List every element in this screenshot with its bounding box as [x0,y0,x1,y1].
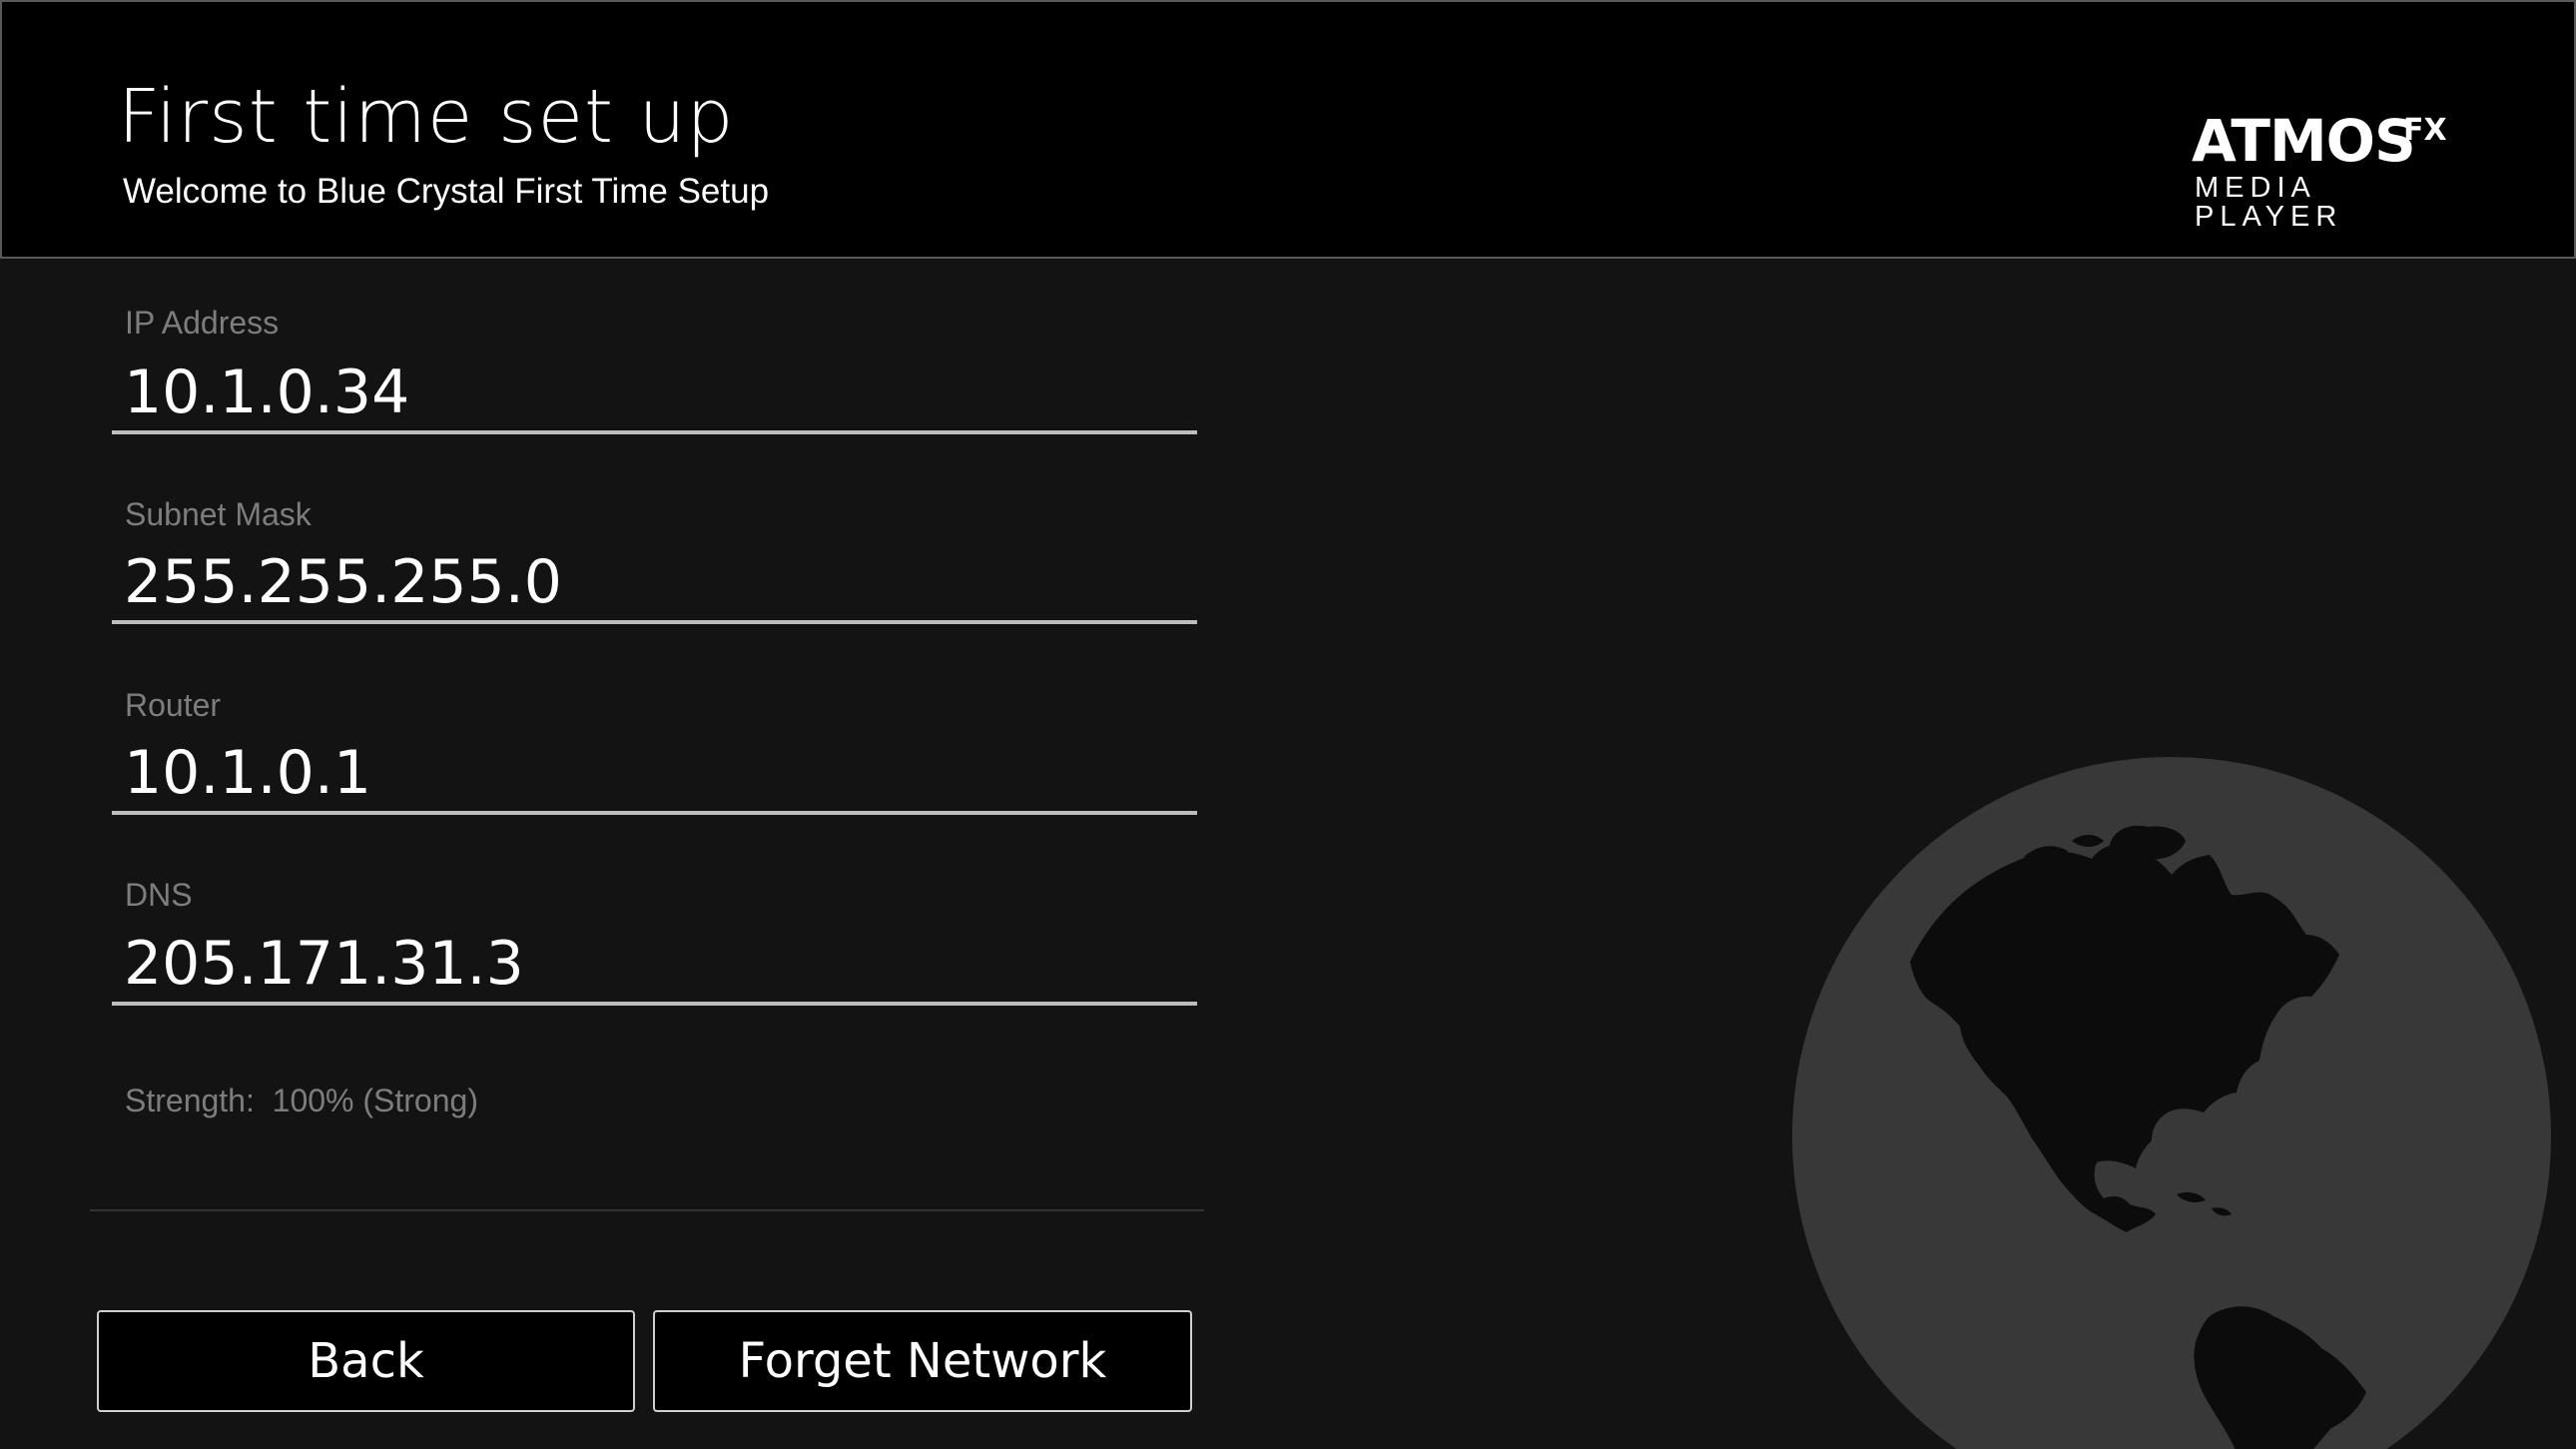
dns-label: DNS [125,877,193,913]
logo-superscript: FX [2403,113,2447,148]
atmosfx-logo: ATMOS FX MEDIA PLAYER [2189,107,2458,232]
setup-screen: First time set up Welcome to Blue Crysta… [0,0,2576,1449]
divider [90,1209,1204,1211]
subnet-mask-label: Subnet Mask [125,496,312,532]
ip-address-field-group: IP Address [112,302,1197,456]
subnet-mask-input[interactable] [112,544,1197,624]
router-field-group: Router [112,682,1197,837]
globe-americas-icon [1792,757,2551,1449]
dns-field-group: DNS [112,873,1197,1028]
logo-wordmark: ATMOS [2192,107,2416,175]
signal-strength-text: Strength: 100% (Strong) [125,1083,478,1118]
back-button[interactable]: Back [97,1310,635,1412]
header-bar: First time set up Welcome to Blue Crysta… [0,0,2576,259]
dns-input[interactable] [112,926,1197,1006]
forget-network-button[interactable]: Forget Network [653,1310,1192,1412]
router-input[interactable] [112,735,1197,815]
ip-address-label: IP Address [125,305,280,341]
page-title: First time set up [118,74,735,160]
subnet-mask-field-group: Subnet Mask [112,491,1197,646]
logo-tagline: MEDIA PLAYER [2195,172,2343,233]
router-label: Router [125,687,222,723]
ip-address-input[interactable] [112,355,1197,434]
page-subtitle: Welcome to Blue Crystal First Time Setup [123,172,770,211]
